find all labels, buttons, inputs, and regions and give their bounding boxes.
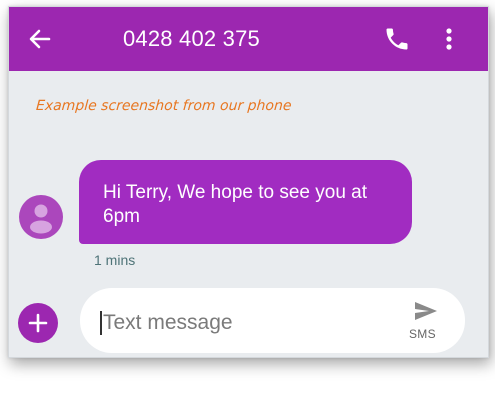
arrow-left-icon[interactable] (26, 25, 54, 53)
caption-text: Example screenshot from our phone (35, 98, 293, 114)
contact-number-title: 0428 402 375 (123, 26, 260, 51)
send-button[interactable]: SMS (405, 296, 449, 346)
app-bar: 0428 402 375 (9, 7, 488, 71)
send-icon (413, 300, 439, 322)
person-icon (19, 195, 63, 239)
messaging-screen: 0428 402 375 Example screenshot from our… (8, 6, 489, 358)
message-timestamp: 1 mins (94, 252, 136, 268)
composer: SMS (80, 288, 465, 353)
send-label: SMS (409, 327, 436, 341)
message-bubble[interactable]: Hi Terry, We hope to see you at 6pm (79, 160, 412, 244)
plus-icon[interactable] (18, 303, 58, 343)
more-vertical-icon[interactable] (439, 25, 459, 53)
message-input[interactable] (97, 310, 373, 336)
phone-icon[interactable] (383, 25, 411, 53)
